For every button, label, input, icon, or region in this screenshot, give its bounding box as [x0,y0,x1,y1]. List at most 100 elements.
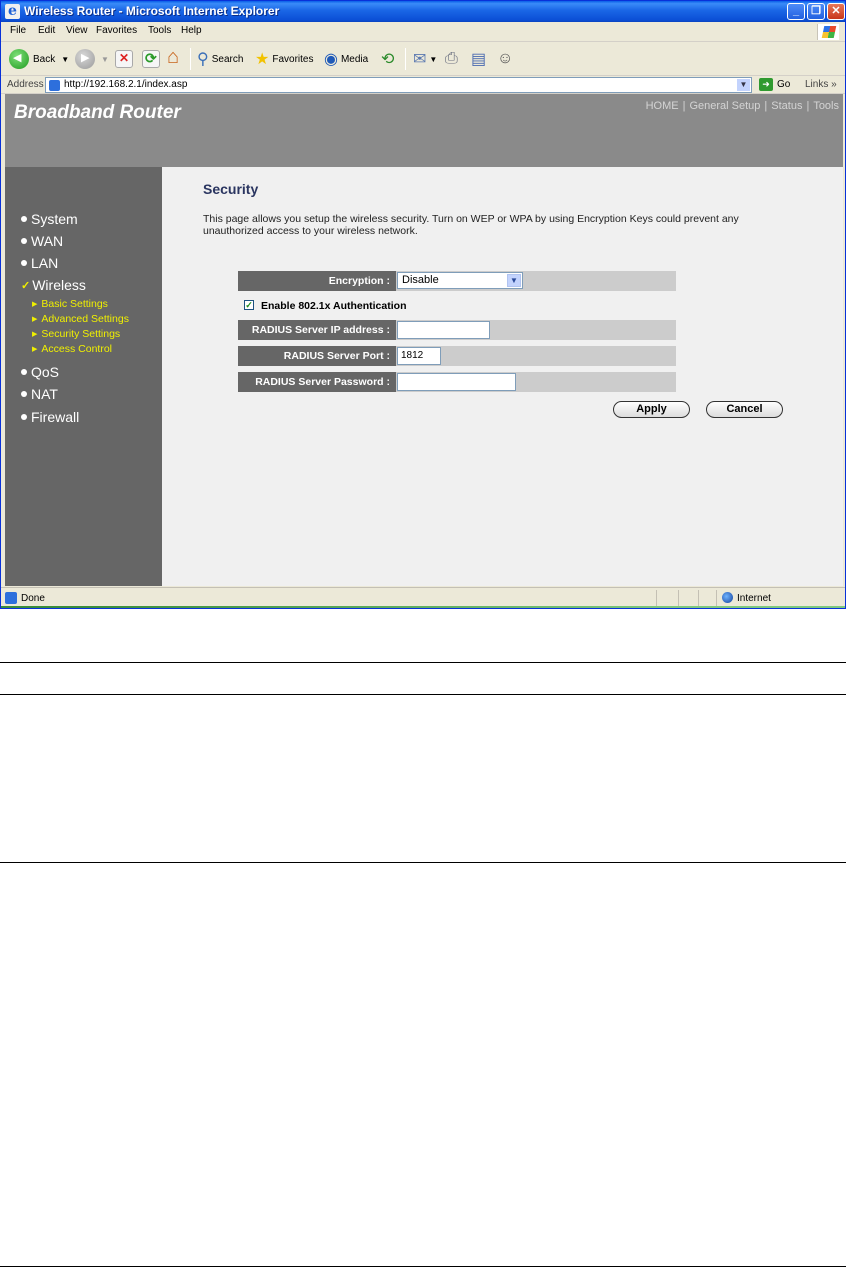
sidebar-subitem-access-control[interactable]: ▶ Access Control [32,343,112,355]
sidebar-item-label: LAN [31,255,59,271]
encryption-label: Encryption : [238,271,396,291]
back-button[interactable]: Back ▼ [9,47,69,71]
forward-button[interactable]: ▼ [75,47,109,71]
windows-logo-icon [817,24,839,40]
page-done-icon [5,592,17,604]
toolbar-separator [405,48,406,70]
mail-button[interactable]: ✉ ▼ [413,47,437,71]
apply-button[interactable]: Apply [613,401,690,418]
refresh-button[interactable] [142,47,160,71]
status-divider [656,590,657,606]
sidebar-subitem-label: Advanced Settings [41,313,129,325]
search-button[interactable]: ⚲ Search [197,47,243,71]
chevron-down-icon[interactable]: ▼ [507,274,521,287]
menu-tools[interactable]: Tools [148,25,171,36]
messenger-button[interactable]: ☺ [497,47,516,71]
sidebar-item-nat[interactable]: NAT [21,386,58,402]
edit-button[interactable]: ▤ [471,47,489,71]
brand-title: Broadband Router [14,102,181,123]
forward-dropdown-icon[interactable]: ▼ [101,55,109,64]
menu-file[interactable]: File [10,25,26,36]
status-divider [698,590,699,606]
menu-bar: File Edit View Favorites Tools Help [1,22,845,42]
home-icon [167,46,185,69]
favorites-button[interactable]: ★ Favorites [255,47,313,71]
sidebar-item-lan[interactable]: LAN [21,255,58,271]
cancel-button[interactable]: Cancel [706,401,783,418]
sidebar-item-label: NAT [31,386,58,402]
document-rule [0,694,846,695]
history-icon: ⟲ [381,51,395,68]
arrow-right-icon: ▶ [32,331,38,338]
enable-8021x-label: Enable 802.1x Authentication [261,300,407,312]
nav-home[interactable]: HOME [646,100,679,112]
back-arrow-icon [9,49,29,69]
toolbar-separator [190,48,191,70]
page-icon [49,80,60,91]
radius-port-label: RADIUS Server Port : [238,346,396,366]
sidebar-item-system[interactable]: System [21,211,78,227]
sidebar-item-wan[interactable]: WAN [21,233,63,249]
stop-button[interactable] [115,47,133,71]
menu-help[interactable]: Help [181,25,202,36]
browser-window: Wireless Router - Microsoft Internet Exp… [0,0,846,609]
menu-view[interactable]: View [66,25,88,36]
menu-edit[interactable]: Edit [38,25,55,36]
sidebar-item-wireless[interactable]: ✓ Wireless [21,277,86,293]
nav-separator: | [806,100,810,112]
sidebar-subitem-security-settings[interactable]: ▶ Security Settings [32,328,120,340]
sidebar-subitem-label: Security Settings [41,328,121,340]
sidebar-item-label: WAN [31,233,64,249]
nav-tools[interactable]: Tools [813,100,839,112]
bullet-icon [21,391,27,397]
window-title: Wireless Router - Microsoft Internet Exp… [24,4,280,18]
address-dropdown-icon[interactable]: ▼ [737,79,750,91]
minimize-button[interactable]: _ [787,3,805,20]
status-divider [716,590,717,606]
sidebar-subitem-label: Access Control [41,343,112,355]
radius-ip-input[interactable] [397,321,490,339]
home-button[interactable] [167,46,185,71]
go-label: Go [777,79,791,90]
nav-general-setup[interactable]: General Setup [689,100,760,112]
back-label: Back [33,53,56,65]
menu-favorites[interactable]: Favorites [96,25,137,36]
search-icon: ⚲ [197,51,209,68]
mail-dropdown-icon[interactable]: ▼ [429,55,437,64]
close-button[interactable]: ✕ [827,3,845,20]
sidebar-subitem-basic-settings[interactable]: ▶ Basic Settings [32,298,108,310]
bullet-icon [21,260,27,266]
go-button[interactable]: ➜ Go [759,78,790,91]
encryption-select[interactable]: Disable ▼ [397,272,523,289]
messenger-icon: ☺ [497,50,514,67]
nav-status[interactable]: Status [771,100,802,112]
bullet-icon [21,238,27,244]
radius-port-input[interactable]: 1812 [397,347,441,365]
bullet-icon [21,414,27,420]
page-title: Security [203,181,259,197]
history-button[interactable]: ⟲ [381,47,397,71]
print-button[interactable]: ⎙ [445,47,461,71]
checkmark-icon: ✓ [21,279,31,292]
sidebar-item-qos[interactable]: QoS [21,364,59,380]
address-url: http://192.168.2.1/index.asp [64,79,188,90]
maximize-button[interactable]: ❐ [807,3,825,20]
sidebar-item-label: QoS [31,364,60,380]
enable-8021x-checkbox[interactable]: ✓ [244,300,254,310]
radius-ip-label: RADIUS Server IP address : [238,320,396,340]
encryption-selected-value: Disable [402,274,439,286]
back-dropdown-icon[interactable]: ▼ [61,55,69,64]
sidebar-subitem-advanced-settings[interactable]: ▶ Advanced Settings [32,313,129,325]
sidebar-item-firewall[interactable]: Firewall [21,409,79,425]
status-text: Done [21,593,45,604]
links-label: Links [805,79,829,90]
title-bar[interactable]: Wireless Router - Microsoft Internet Exp… [1,1,845,22]
refresh-icon [142,50,160,68]
address-input[interactable]: http://192.168.2.1/index.asp ▼ [45,77,752,93]
arrow-right-icon: ▶ [32,316,38,323]
media-button[interactable]: ◉ Media [324,47,368,71]
security-zone: Internet [737,593,771,604]
links-button[interactable]: Links » [805,79,837,90]
radius-password-input[interactable] [397,373,516,391]
sidebar: System WAN LAN ✓ Wireless ▶ Basic Settings… [5,167,162,586]
